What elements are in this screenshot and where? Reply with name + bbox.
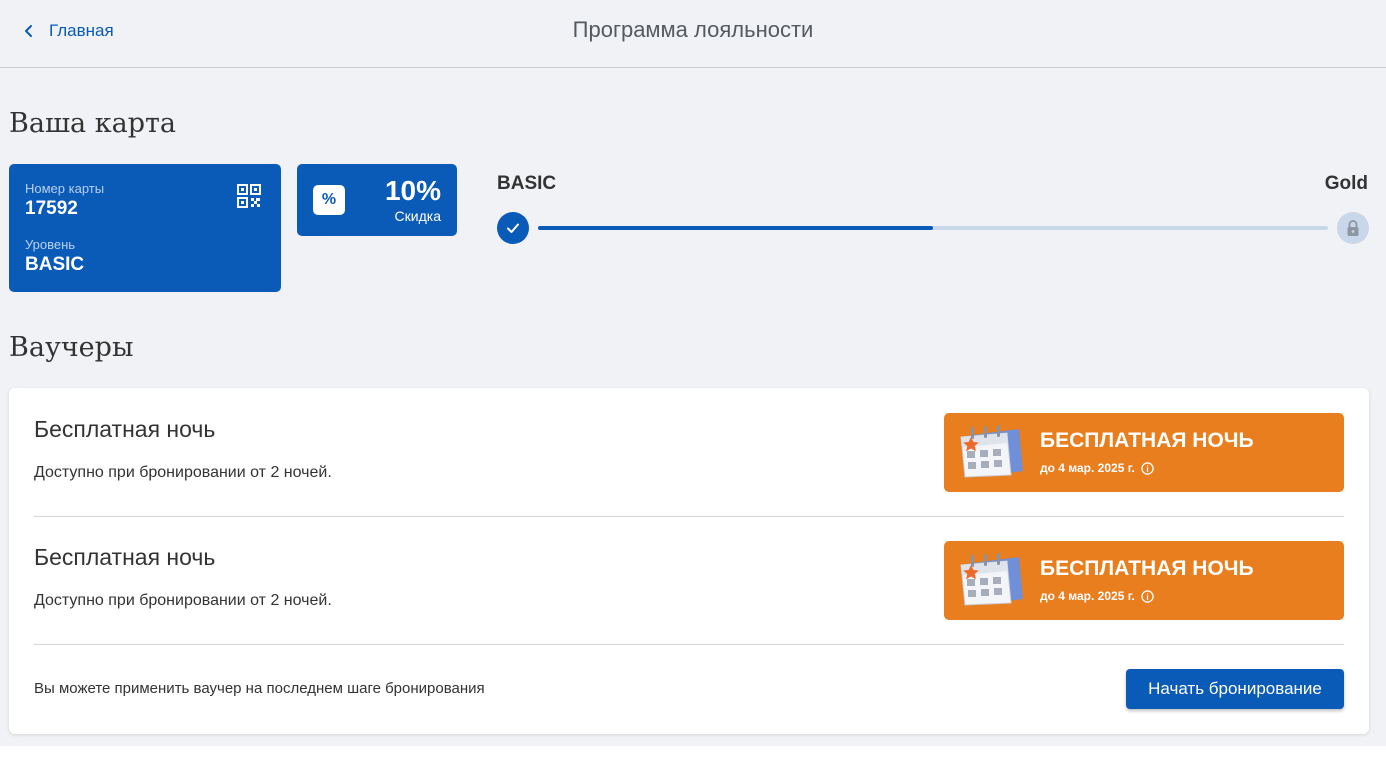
discount-value: 10% bbox=[384, 175, 441, 206]
voucher-badge-expiry: до 4 мар. 2025 г. bbox=[1040, 461, 1154, 475]
check-icon bbox=[497, 212, 529, 244]
top-bar: Главная Программа лояльности bbox=[0, 0, 1386, 68]
lock-icon bbox=[1337, 212, 1369, 244]
card-number-label: Номер карты bbox=[25, 181, 105, 196]
info-icon[interactable] bbox=[1141, 461, 1154, 475]
voucher-badge-title: БЕСПЛАТНАЯ НОЧЬ bbox=[1040, 557, 1254, 580]
progress-current-level: BASIC bbox=[497, 173, 557, 194]
voucher-usage-hint: Вы можете применить ваучер на последнем … bbox=[34, 680, 485, 697]
level-progress-bar bbox=[538, 226, 1328, 230]
calendar-icon bbox=[960, 425, 1023, 478]
voucher-expiry-text: до 4 мар. 2025 г. bbox=[1040, 589, 1135, 603]
level-progress-fill bbox=[538, 226, 933, 230]
start-booking-button[interactable]: Начать бронирование bbox=[1126, 669, 1344, 709]
card-number: 17592 bbox=[25, 198, 78, 219]
voucher-item: Бесплатная ночь Доступно при бронировани… bbox=[34, 516, 1344, 645]
percent-icon: % bbox=[313, 185, 345, 215]
card-section-title: Ваша карта bbox=[9, 108, 177, 139]
vouchers-panel: Бесплатная ночь Доступно при бронировани… bbox=[9, 388, 1369, 734]
voucher-description: Доступно при бронировании от 2 ночей. bbox=[34, 592, 332, 609]
voucher-badge[interactable]: БЕСПЛАТНАЯ НОЧЬ до 4 мар. 2025 г. bbox=[944, 413, 1344, 492]
calendar-icon bbox=[960, 553, 1023, 606]
voucher-expiry-text: до 4 мар. 2025 г. bbox=[1040, 461, 1135, 475]
voucher-title: Бесплатная ночь bbox=[34, 416, 216, 442]
voucher-badge[interactable]: БЕСПЛАТНАЯ НОЧЬ до 4 мар. 2025 г. bbox=[944, 541, 1344, 620]
voucher-badge-title: БЕСПЛАТНАЯ НОЧЬ bbox=[1040, 429, 1254, 452]
page-title: Программа лояльности bbox=[572, 17, 814, 42]
voucher-item: Бесплатная ночь Доступно при бронировани… bbox=[34, 388, 1344, 517]
voucher-description: Доступно при бронировании от 2 ночей. bbox=[34, 464, 332, 481]
info-icon[interactable] bbox=[1141, 589, 1154, 603]
voucher-badge-expiry: до 4 мар. 2025 г. bbox=[1040, 589, 1154, 603]
card-level-label: Уровень bbox=[25, 237, 76, 252]
discount-card: % 10% Скидка bbox=[297, 164, 457, 236]
qr-code-icon[interactable] bbox=[237, 184, 261, 208]
card-level: BASIC bbox=[25, 254, 85, 275]
progress-next-level: Gold bbox=[1324, 173, 1368, 194]
loyalty-card: Номер карты 17592 Уровень BASIC bbox=[9, 164, 281, 292]
discount-label: Скидка bbox=[394, 208, 441, 224]
voucher-title: Бесплатная ночь bbox=[34, 544, 216, 570]
vouchers-section-title: Ваучеры bbox=[9, 332, 134, 363]
